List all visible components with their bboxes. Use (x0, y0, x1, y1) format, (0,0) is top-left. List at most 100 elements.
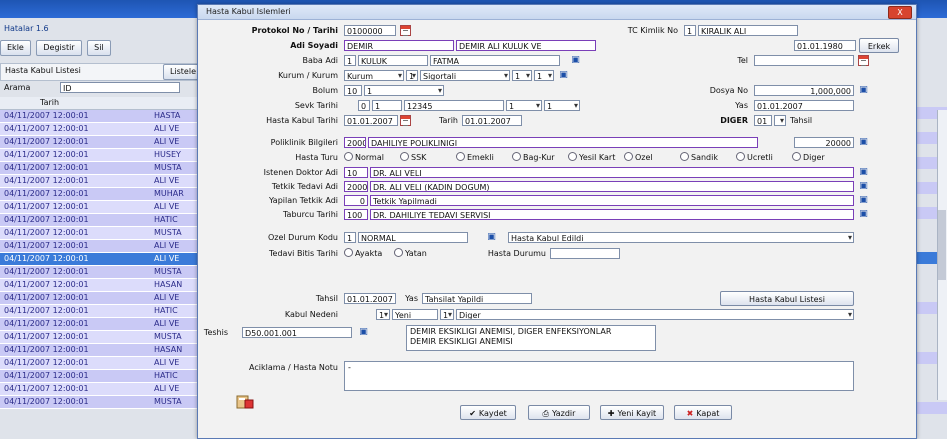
kabul-tarihi-input[interactable]: 01.01.2007 (344, 115, 398, 126)
bolum-input[interactable]: 10 (344, 85, 362, 96)
tahsil-date-input[interactable]: 01.01.2007 (344, 293, 396, 304)
table-row[interactable]: 04/11/2007 12:00:01 ALI VE (0, 253, 205, 266)
table-row[interactable]: 04/11/2007 12:00:01 ALI VE (0, 292, 205, 305)
table-row[interactable]: 04/11/2007 12:00:01 ALI VE (0, 201, 205, 214)
table-row[interactable]: 04/11/2007 12:00:01 HASAN (0, 344, 205, 357)
taburcu-name-input[interactable]: DR. DAHILIYE TEDAVI SERVISI (370, 209, 854, 220)
table-row[interactable]: 04/11/2007 12:00:01 ALI VE (0, 383, 205, 396)
kabul-b-input[interactable]: Yeni (392, 309, 438, 320)
hasta-durumu-input[interactable] (550, 248, 620, 259)
tc-input[interactable]: KIRALIK ALI (698, 25, 798, 36)
hasta-turu-option[interactable]: Ucretli (736, 152, 773, 163)
table-row[interactable]: 04/11/2007 12:00:01 MUSTA (0, 227, 205, 240)
search-icon[interactable]: ▣ (858, 195, 869, 206)
aciklama-memo[interactable]: - (344, 361, 854, 391)
hasta-turu-option[interactable]: Sandik (680, 152, 718, 163)
baba-c-input[interactable]: FATMA (430, 55, 560, 66)
search-icon[interactable]: ▣ (486, 232, 497, 243)
search-icon[interactable]: ▣ (358, 327, 369, 338)
dosya-input[interactable]: 1,000,000 (754, 85, 854, 96)
kurum-e-select[interactable]: 1 (534, 70, 554, 81)
print-button[interactable]: ⎙ Yazdir (528, 405, 590, 420)
yas-input[interactable]: 01.01.2007 (754, 100, 854, 111)
ozel-right-select[interactable]: Hasta Kabul Edildi (508, 232, 854, 243)
hasta-turu-option[interactable]: Diger (792, 152, 825, 163)
table-row[interactable]: 04/11/2007 12:00:01 ALI VE (0, 123, 205, 136)
search-icon[interactable]: ▣ (858, 85, 869, 96)
istenen-name-input[interactable]: DR. ALI VELI (370, 167, 854, 178)
soyadi-input[interactable]: DEMIR ALI KULUK VE (456, 40, 596, 51)
calendar-icon[interactable] (400, 25, 411, 36)
sevk-c-input[interactable]: 12345 (404, 100, 504, 111)
sevk-d-select[interactable]: 1 (506, 100, 542, 111)
search-input[interactable]: ID (60, 82, 180, 93)
hasta-turu-option[interactable]: Yesil Kart (568, 152, 615, 163)
table-row[interactable]: 04/11/2007 12:00:01 HATIC (0, 370, 205, 383)
search-icon[interactable]: ▣ (858, 137, 869, 148)
search-icon[interactable]: ▣ (558, 70, 569, 81)
search-icon[interactable]: ▣ (570, 55, 581, 66)
kurum-d-select[interactable]: 1 (512, 70, 532, 81)
table-row[interactable]: 04/11/2007 12:00:01 ALI VE (0, 175, 205, 188)
ozel-code-input[interactable]: 1 (344, 232, 356, 243)
tahsil-mid-input[interactable]: Tahsilat Yapildi (422, 293, 532, 304)
table-row[interactable]: 04/11/2007 12:00:01 HATIC (0, 214, 205, 227)
close-dialog-button[interactable]: ✖ Kapat (674, 405, 732, 420)
baba-a-input[interactable]: 1 (344, 55, 356, 66)
yapilan-code-input[interactable]: 0 (344, 195, 368, 206)
calendar-icon[interactable] (400, 115, 411, 126)
kabul-a-select[interactable]: 1 (376, 309, 390, 320)
save-button[interactable]: ✔ Kaydet (460, 405, 516, 420)
kabul-c-select[interactable]: 1 (440, 309, 454, 320)
edit-button[interactable]: Degistir (36, 40, 82, 56)
tel-input[interactable] (754, 55, 854, 66)
poliklinik-code-input[interactable]: 20001 (344, 137, 366, 148)
calendar-icon[interactable] (858, 55, 869, 66)
hasta-turu-option[interactable]: Normal (344, 152, 384, 163)
yatan-radio[interactable]: Yatan (394, 248, 427, 259)
sevk-e-select[interactable]: 1 (544, 100, 580, 111)
ayakta-radio[interactable]: Ayakta (344, 248, 382, 259)
bolum-select[interactable]: 1 (364, 85, 444, 96)
delete-button[interactable]: Sil (87, 40, 111, 56)
tetkik-name-input[interactable]: DR. ALI VELI (KADIN DOGUM) (370, 181, 854, 192)
yapilan-name-input[interactable]: Tetkik Yapilmadi (370, 195, 854, 206)
add-button[interactable]: Ekle (0, 40, 31, 56)
poliklinik-name-input[interactable]: DAHILIYE POLIKLINIGI (368, 137, 758, 148)
ozel-name-input[interactable]: NORMAL (358, 232, 468, 243)
hasta-turu-option[interactable]: Emekli (456, 152, 494, 163)
gender-button[interactable]: Erkek (859, 38, 899, 53)
table-row[interactable]: 04/11/2007 12:00:01 HATIC (0, 305, 205, 318)
search-icon[interactable]: ▣ (858, 181, 869, 192)
hasta-turu-option[interactable]: Bag-Kur (512, 152, 555, 163)
hasta-turu-option[interactable]: SSK (400, 152, 426, 163)
table-row[interactable]: 04/11/2007 12:00:01 MUHAR (0, 188, 205, 201)
grid-header-date[interactable]: Tarih (40, 98, 59, 107)
dogum-input[interactable]: 01.01.1980 (794, 40, 856, 51)
kabul-d-select[interactable]: Diger (456, 309, 854, 320)
teshis-memo[interactable]: DEMIR EKSIKLIGI ANEMISI, DIGER ENFEKSIYO… (406, 325, 656, 351)
tc-prefix-input[interactable]: 1 (684, 25, 696, 36)
table-row[interactable]: 04/11/2007 12:00:01 MUSTA (0, 331, 205, 344)
table-row[interactable]: 04/11/2007 12:00:01 HASAN (0, 279, 205, 292)
istenen-code-input[interactable]: 10 (344, 167, 368, 178)
table-row[interactable]: 04/11/2007 12:00:01 ALI VE (0, 240, 205, 253)
sevk-a-input[interactable]: 0 (358, 100, 370, 111)
poliklinik-amount-input[interactable]: 20000 (794, 137, 854, 148)
teshis-code-input[interactable]: D50.001.001 (242, 327, 352, 338)
table-row[interactable]: 04/11/2007 12:00:01 ALI VE (0, 318, 205, 331)
table-row[interactable]: 04/11/2007 12:00:01 MUSTA (0, 266, 205, 279)
baba-b-input[interactable]: KULUK (358, 55, 428, 66)
table-row[interactable]: 04/11/2007 12:00:01 MUSTA (0, 396, 205, 409)
scrollbar-thumb[interactable] (938, 210, 946, 280)
diger-input[interactable]: 01 (754, 115, 772, 126)
table-row[interactable]: 04/11/2007 12:00:01 ALI VE (0, 357, 205, 370)
adi-input[interactable]: DEMIR (344, 40, 454, 51)
protokol-input[interactable]: 0100000 (344, 25, 396, 36)
kurum-c-select[interactable]: Sigortali (420, 70, 510, 81)
tetkik-code-input[interactable]: 20000 (344, 181, 368, 192)
kurum-b-select[interactable]: 1 (406, 70, 418, 81)
new-record-button[interactable]: ✚ Yeni Kayit (600, 405, 664, 420)
tarih-input[interactable]: 01.01.2007 (462, 115, 522, 126)
close-button[interactable]: X (888, 6, 912, 19)
